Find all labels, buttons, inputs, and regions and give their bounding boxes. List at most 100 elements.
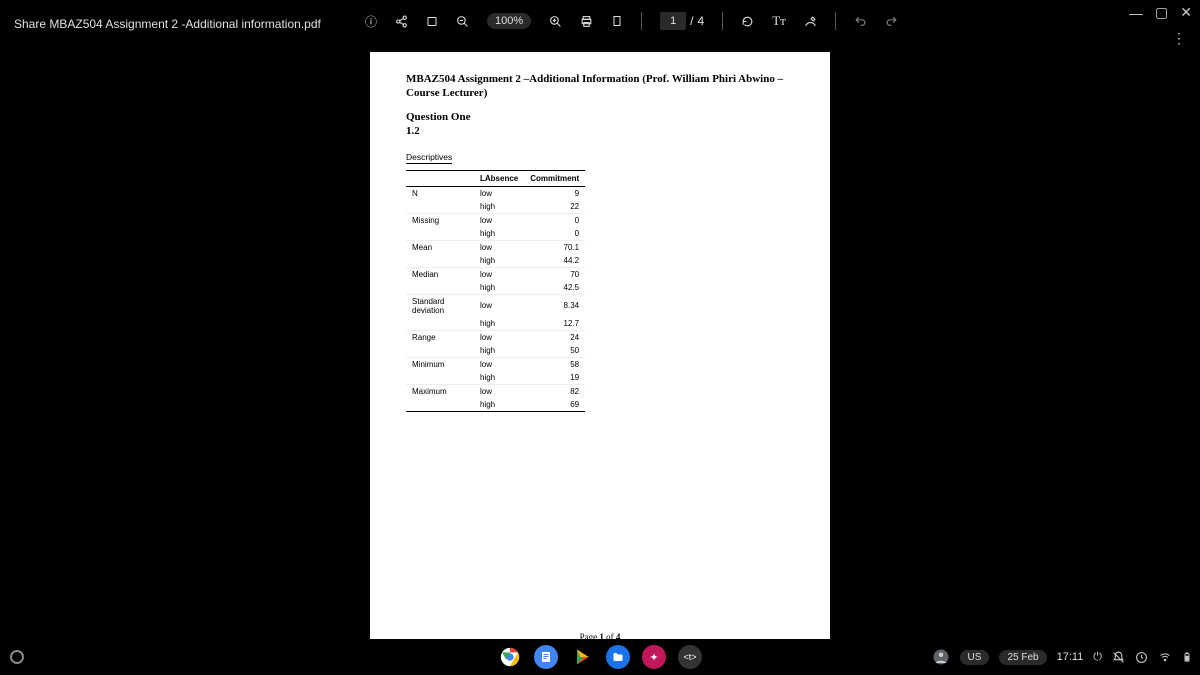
- cell-level: low: [474, 330, 524, 344]
- info-icon[interactable]: ⓘ: [365, 13, 377, 30]
- col-header-blank: [406, 170, 474, 186]
- pdf-viewport: MBAZ504 Assignment 2 –Additional Informa…: [0, 48, 1200, 639]
- cell-value: 50: [524, 344, 585, 358]
- question-1-2: 1.2: [406, 125, 794, 137]
- page-slash: /: [690, 14, 693, 28]
- tray-time[interactable]: 17:11: [1057, 651, 1084, 663]
- cell-value: 82: [524, 384, 585, 398]
- zoom-level[interactable]: 100%: [487, 13, 531, 29]
- fit-page-icon[interactable]: [611, 14, 623, 28]
- zoom-in-icon[interactable]: [549, 15, 562, 28]
- cell-stat: N: [406, 186, 474, 200]
- chrome-icon[interactable]: [498, 645, 522, 669]
- cell-value: 0: [524, 227, 585, 241]
- page-current-input[interactable]: [660, 12, 686, 30]
- table-row: Medianlow70: [406, 267, 585, 281]
- docs-icon[interactable]: [534, 645, 558, 669]
- cell-value: 0: [524, 213, 585, 227]
- descriptives-label: Descriptives: [406, 152, 452, 164]
- app-pink-icon[interactable]: ✦: [642, 645, 666, 669]
- table-row: high69: [406, 398, 585, 412]
- table-row: high44.2: [406, 254, 585, 268]
- text-icon[interactable]: Tт: [772, 13, 786, 29]
- cell-level: high: [474, 227, 524, 241]
- cell-value: 70: [524, 267, 585, 281]
- pdf-page: MBAZ504 Assignment 2 –Additional Informa…: [370, 52, 830, 639]
- undo-icon[interactable]: [854, 15, 867, 28]
- page-indicator: / 4: [660, 12, 704, 30]
- cell-value: 19: [524, 371, 585, 385]
- launcher-icon[interactable]: [10, 650, 24, 664]
- cell-stat: Range: [406, 330, 474, 344]
- toolbar-separator: [835, 12, 836, 30]
- cell-value: 70.1: [524, 240, 585, 254]
- rotate-icon[interactable]: [741, 15, 754, 28]
- table-row: Minimumlow58: [406, 357, 585, 371]
- table-row: Meanlow70.1: [406, 240, 585, 254]
- files-icon[interactable]: [606, 645, 630, 669]
- shelf: ✦ <t> US 25 Feb 17:11 ⏻: [0, 639, 1200, 675]
- table-row: Missinglow0: [406, 213, 585, 227]
- close-icon[interactable]: ✕: [1180, 4, 1192, 21]
- cell-stat: [406, 371, 474, 385]
- tray-lang[interactable]: US: [960, 650, 990, 665]
- cell-level: high: [474, 317, 524, 331]
- cell-value: 58: [524, 357, 585, 371]
- toolbar-separator: [641, 12, 642, 30]
- cell-level: low: [474, 357, 524, 371]
- cell-level: low: [474, 294, 524, 317]
- share-icon[interactable]: [395, 15, 408, 28]
- tray-notif-icon[interactable]: [1112, 651, 1125, 664]
- tray-date[interactable]: 25 Feb: [999, 650, 1046, 665]
- cell-value: 8.34: [524, 294, 585, 317]
- cell-stat: Minimum: [406, 357, 474, 371]
- question-one-heading: Question One: [406, 111, 794, 123]
- cell-stat: Missing: [406, 213, 474, 227]
- table-row: Rangelow24: [406, 330, 585, 344]
- cell-level: low: [474, 384, 524, 398]
- page-total: 4: [698, 14, 705, 28]
- cell-value: 69: [524, 398, 585, 412]
- table-row: high19: [406, 371, 585, 385]
- system-tray: US 25 Feb 17:11 ⏻: [932, 648, 1192, 666]
- cell-level: low: [474, 267, 524, 281]
- cell-stat: [406, 344, 474, 358]
- table-row: high0: [406, 227, 585, 241]
- descriptives-table: LAbsence Commitment Nlow9high22Missinglo…: [406, 170, 585, 412]
- table-row: high42.5: [406, 281, 585, 295]
- redo-icon[interactable]: [885, 15, 898, 28]
- app-code-icon[interactable]: <t>: [678, 645, 702, 669]
- cell-stat: Mean: [406, 240, 474, 254]
- cell-stat: Maximum: [406, 384, 474, 398]
- table-row: Nlow9: [406, 186, 585, 200]
- file-title: Share MBAZ504 Assignment 2 -Additional i…: [14, 17, 321, 31]
- cell-level: high: [474, 254, 524, 268]
- cell-stat: Median: [406, 267, 474, 281]
- print-icon[interactable]: [580, 15, 593, 28]
- table-row: high50: [406, 344, 585, 358]
- cell-level: low: [474, 240, 524, 254]
- zoom-out-icon[interactable]: [456, 15, 469, 28]
- tray-avatar-icon[interactable]: [932, 648, 950, 666]
- cell-level: high: [474, 398, 524, 412]
- maximize-icon[interactable]: ▢: [1155, 4, 1168, 21]
- minimize-icon[interactable]: —: [1129, 5, 1143, 21]
- pdf-toolbar: ⓘ 100% / 4 Tт: [365, 12, 898, 30]
- bookmark-icon[interactable]: [426, 15, 438, 28]
- cell-stat: [406, 227, 474, 241]
- tray-wifi-icon[interactable]: [1158, 651, 1172, 663]
- cell-stat: [406, 398, 474, 412]
- cell-value: 42.5: [524, 281, 585, 295]
- cell-stat: [406, 200, 474, 214]
- table-row: high12.7: [406, 317, 585, 331]
- col-header-labsence: LAbsence: [474, 170, 524, 186]
- tray-battery-icon[interactable]: [1182, 650, 1192, 664]
- tray-power-icon[interactable]: ⏻: [1093, 651, 1102, 664]
- tray-clock-icon[interactable]: [1135, 651, 1148, 664]
- cell-value: 12.7: [524, 317, 585, 331]
- more-menu-icon[interactable]: ⋮: [1172, 30, 1186, 47]
- page-footer: Page 1 of 4: [370, 632, 830, 639]
- play-icon[interactable]: [570, 645, 594, 669]
- cell-value: 9: [524, 186, 585, 200]
- draw-icon[interactable]: [804, 15, 817, 28]
